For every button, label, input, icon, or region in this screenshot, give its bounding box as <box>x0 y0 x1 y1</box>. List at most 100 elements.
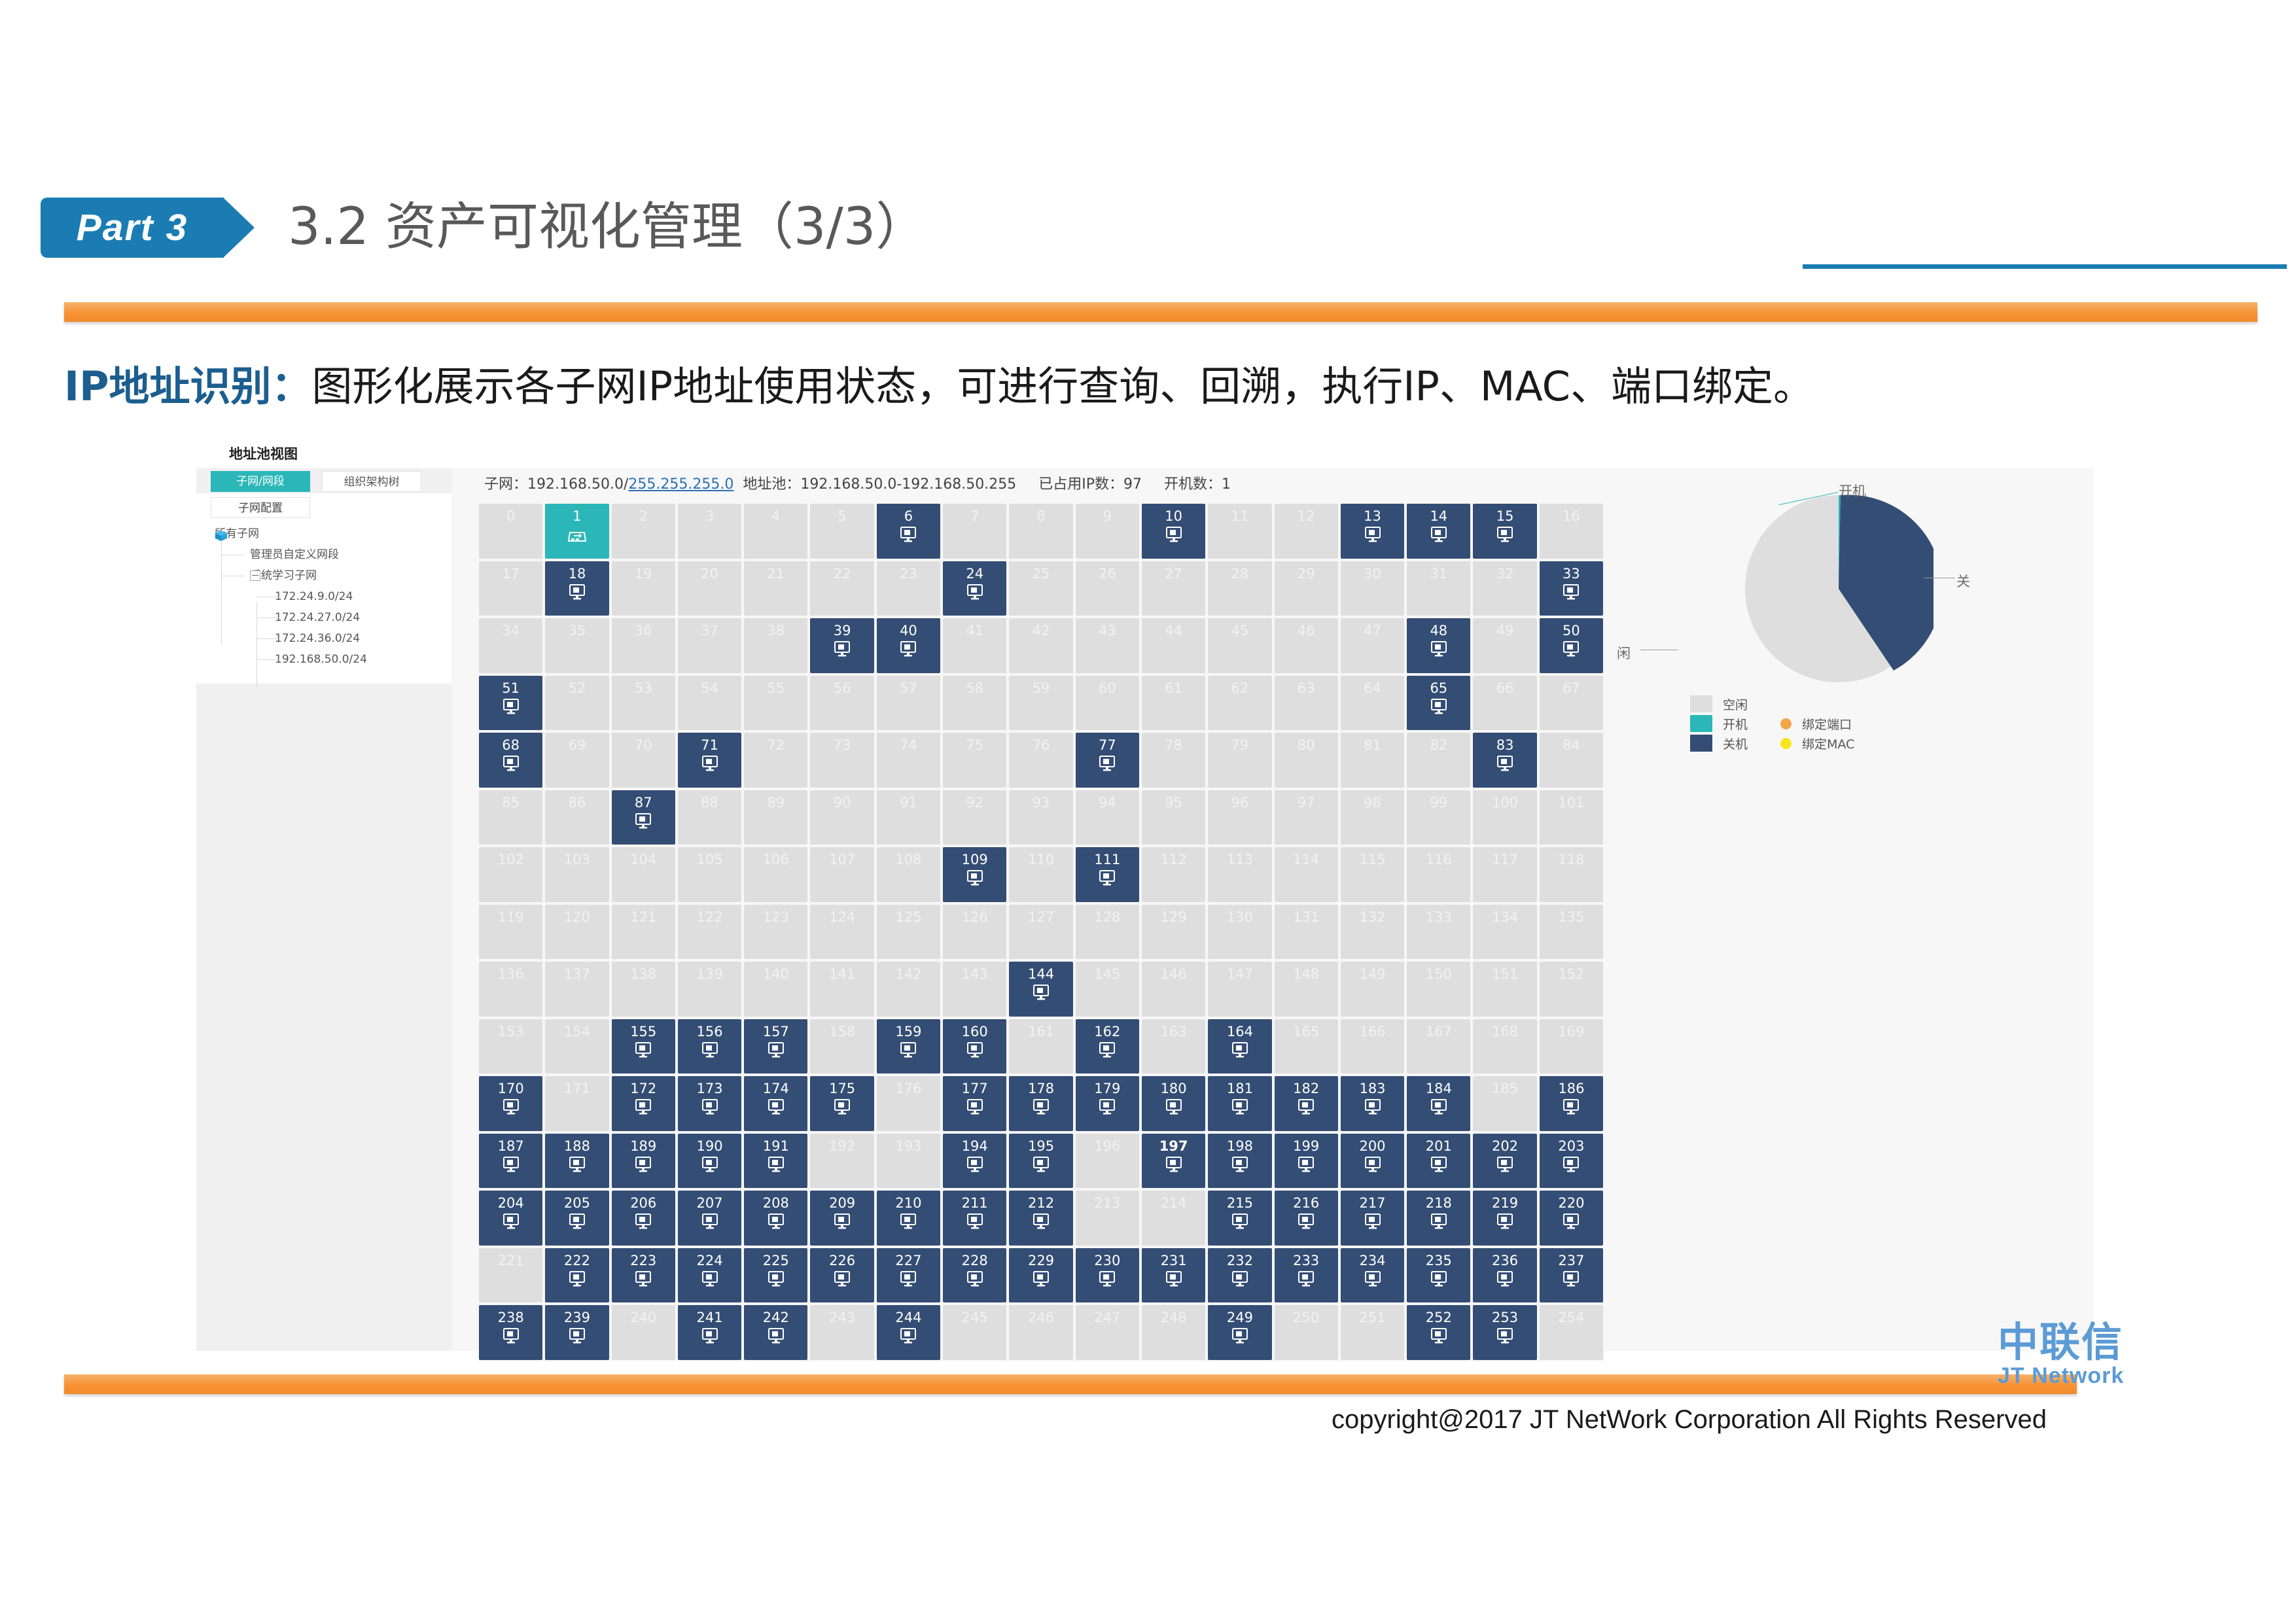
ip-cell[interactable]: 212 <box>1009 1191 1073 1246</box>
ip-cell[interactable]: 123 <box>744 904 808 959</box>
ip-cell[interactable]: 167 <box>1407 1019 1471 1073</box>
ip-cell[interactable]: 200 <box>1340 1133 1405 1188</box>
ip-cell[interactable]: 179 <box>1075 1076 1139 1131</box>
subnet-mask-link[interactable]: 255.255.255.0 <box>628 476 733 493</box>
ip-cell[interactable]: 165 <box>1274 1019 1338 1073</box>
ip-cell[interactable]: 29 <box>1274 561 1338 616</box>
ip-cell[interactable]: 101 <box>1539 790 1604 845</box>
ip-cell[interactable]: 128 <box>1075 904 1139 959</box>
ip-cell[interactable]: 156 <box>677 1019 742 1073</box>
ip-cell[interactable]: 57 <box>876 675 941 730</box>
ip-cell[interactable]: 106 <box>744 847 808 902</box>
ip-cell[interactable]: 224 <box>677 1248 742 1302</box>
ip-cell[interactable]: 83 <box>1473 733 1537 788</box>
ip-cell[interactable]: 22 <box>810 561 874 616</box>
ip-cell[interactable]: 141 <box>810 962 874 1017</box>
ip-cell[interactable]: 54 <box>677 675 742 730</box>
ip-cell[interactable]: 228 <box>943 1248 1007 1302</box>
ip-cell[interactable]: 254 <box>1539 1305 1604 1360</box>
ip-cell[interactable]: 48 <box>1407 618 1471 673</box>
ip-cell[interactable]: 225 <box>744 1248 808 1302</box>
ip-cell[interactable]: 192 <box>810 1133 874 1188</box>
tree-item-system-learned-subnet[interactable]: 系统学习子网 <box>196 565 451 586</box>
tree-item-admin-custom-segment[interactable]: 管理员自定义网段 <box>196 544 451 565</box>
ip-cell[interactable]: 26 <box>1075 561 1139 616</box>
ip-cell[interactable]: 6 <box>876 504 941 559</box>
ip-cell[interactable]: 39 <box>810 618 874 673</box>
ip-cell[interactable]: 82 <box>1407 733 1471 788</box>
ip-cell[interactable]: 184 <box>1407 1076 1471 1131</box>
ip-cell[interactable]: 181 <box>1208 1076 1272 1131</box>
ip-cell[interactable]: 127 <box>1009 904 1073 959</box>
ip-cell[interactable]: 221 <box>479 1248 543 1302</box>
ip-cell[interactable]: 70 <box>611 733 675 788</box>
ip-cell[interactable]: 35 <box>545 618 609 673</box>
ip-cell[interactable]: 117 <box>1473 847 1537 902</box>
ip-cell[interactable]: 240 <box>611 1305 675 1360</box>
ip-cell[interactable]: 79 <box>1208 733 1272 788</box>
ip-cell[interactable]: 1 <box>545 504 609 559</box>
ip-cell[interactable]: 243 <box>810 1305 874 1360</box>
ip-cell[interactable]: 56 <box>810 675 874 730</box>
ip-cell[interactable]: 87 <box>611 790 675 845</box>
ip-cell[interactable]: 134 <box>1473 904 1537 959</box>
ip-cell[interactable]: 145 <box>1075 962 1139 1017</box>
ip-cell[interactable]: 27 <box>1141 561 1206 616</box>
ip-cell[interactable]: 126 <box>943 904 1007 959</box>
collapse-toggle-icon[interactable] <box>250 570 260 581</box>
ip-cell[interactable]: 96 <box>1208 790 1272 845</box>
ip-cell[interactable]: 202 <box>1473 1133 1537 1188</box>
ip-cell[interactable]: 131 <box>1274 904 1338 959</box>
ip-cell[interactable]: 155 <box>611 1019 675 1073</box>
tab-organization-tree[interactable]: 组织架构树 <box>322 471 421 492</box>
ip-cell[interactable]: 171 <box>545 1076 609 1131</box>
ip-cell[interactable]: 76 <box>1009 733 1073 788</box>
ip-cell[interactable]: 103 <box>545 847 609 902</box>
ip-cell[interactable]: 197 <box>1141 1133 1206 1188</box>
ip-cell[interactable]: 215 <box>1208 1191 1272 1246</box>
ip-cell[interactable]: 242 <box>744 1305 808 1360</box>
ip-cell[interactable]: 172 <box>611 1076 675 1131</box>
ip-cell[interactable]: 68 <box>479 733 543 788</box>
tree-item-subnet[interactable]: 172.24.27.0/24 <box>196 607 451 628</box>
ip-cell[interactable]: 150 <box>1407 962 1471 1017</box>
ip-cell[interactable]: 17 <box>479 561 543 616</box>
ip-cell[interactable]: 50 <box>1539 618 1604 673</box>
ip-cell[interactable]: 24 <box>943 561 1007 616</box>
ip-cell[interactable]: 62 <box>1208 675 1272 730</box>
ip-cell[interactable]: 115 <box>1340 847 1405 902</box>
ip-cell[interactable]: 140 <box>744 962 808 1017</box>
ip-cell[interactable]: 95 <box>1141 790 1206 845</box>
ip-cell[interactable]: 161 <box>1009 1019 1073 1073</box>
ip-cell[interactable]: 206 <box>611 1191 675 1246</box>
ip-cell[interactable]: 5 <box>810 504 874 559</box>
ip-cell[interactable]: 188 <box>545 1133 609 1188</box>
ip-cell[interactable]: 53 <box>611 675 675 730</box>
ip-cell[interactable]: 133 <box>1407 904 1471 959</box>
ip-cell[interactable]: 182 <box>1274 1076 1338 1131</box>
ip-cell[interactable]: 55 <box>744 675 808 730</box>
ip-cell[interactable]: 148 <box>1274 962 1338 1017</box>
ip-cell[interactable]: 14 <box>1407 504 1471 559</box>
ip-cell[interactable]: 31 <box>1407 561 1471 616</box>
ip-cell[interactable]: 164 <box>1208 1019 1272 1073</box>
ip-cell[interactable]: 226 <box>810 1248 874 1302</box>
ip-cell[interactable]: 205 <box>545 1191 609 1246</box>
ip-cell[interactable]: 91 <box>876 790 941 845</box>
ip-cell[interactable]: 81 <box>1340 733 1405 788</box>
tree-item-subnet-selected[interactable]: 192.168.50.0/24 <box>196 649 451 670</box>
ip-cell[interactable]: 180 <box>1141 1076 1206 1131</box>
ip-cell[interactable]: 38 <box>744 618 808 673</box>
ip-cell[interactable]: 174 <box>744 1076 808 1131</box>
ip-cell[interactable]: 114 <box>1274 847 1338 902</box>
ip-cell[interactable]: 10 <box>1141 504 1206 559</box>
ip-cell[interactable]: 12 <box>1274 504 1338 559</box>
ip-cell[interactable]: 104 <box>611 847 675 902</box>
ip-cell[interactable]: 245 <box>943 1305 1007 1360</box>
ip-cell[interactable]: 183 <box>1340 1076 1405 1131</box>
ip-cell[interactable]: 74 <box>876 733 941 788</box>
ip-cell[interactable]: 129 <box>1141 904 1206 959</box>
ip-cell[interactable]: 144 <box>1009 962 1073 1017</box>
ip-cell[interactable]: 154 <box>545 1019 609 1073</box>
ip-cell[interactable]: 46 <box>1274 618 1338 673</box>
